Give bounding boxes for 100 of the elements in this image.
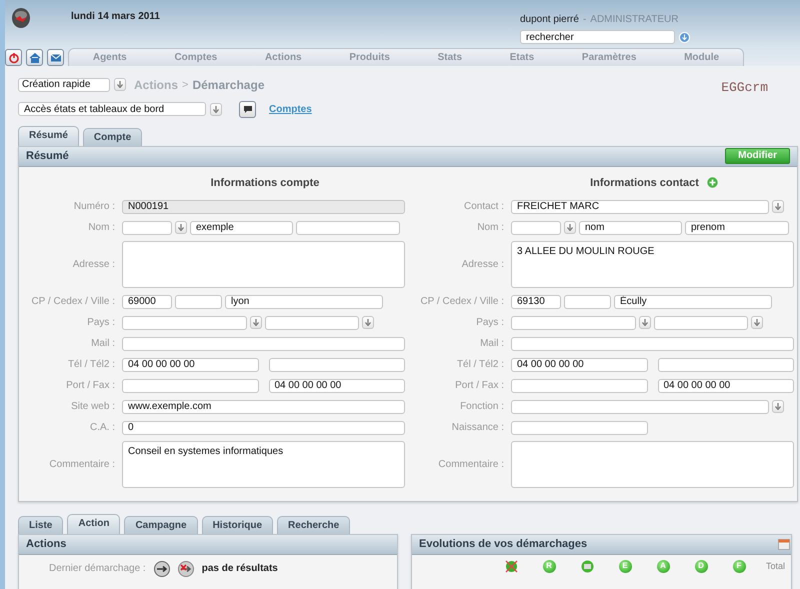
field-label: Port / Fax :	[65, 379, 115, 393]
dropdown-button[interactable]	[639, 316, 651, 329]
status-marker: F	[732, 560, 746, 573]
field-label: Pays :	[475, 316, 504, 330]
input-field[interactable]	[175, 294, 222, 308]
panel-title: Résumé	[26, 148, 69, 164]
down-arrow-icon	[775, 203, 781, 210]
comment-button[interactable]	[239, 100, 256, 118]
input-field[interactable]	[658, 358, 794, 372]
input-field[interactable]	[654, 316, 748, 330]
input-field[interactable]: 04 00 00 00 00	[658, 378, 794, 392]
down-arrow-icon	[775, 403, 781, 410]
dropdown-button[interactable]	[564, 221, 576, 234]
add-button[interactable]	[706, 177, 718, 188]
input-field[interactable]: 69130	[511, 294, 561, 308]
text-area[interactable]	[511, 441, 794, 488]
down-arrow-icon	[567, 224, 573, 231]
input-field[interactable]	[122, 316, 247, 330]
input-field[interactable]	[122, 336, 405, 350]
field-label: Adresse :	[72, 258, 115, 272]
text-area[interactable]: 3 ALLEE DU MOULIN ROUGE	[511, 241, 794, 288]
dropdown-button[interactable]	[772, 400, 784, 413]
speech-bubble-icon	[242, 104, 252, 114]
text-area[interactable]	[122, 241, 405, 288]
status-marker: A	[656, 560, 670, 573]
input-field[interactable]	[511, 378, 648, 392]
dropdown-button[interactable]	[250, 316, 262, 329]
input-field[interactable]: Accès états et tableaux de bord	[18, 102, 206, 116]
field-label: Tél / Tél2 :	[456, 358, 504, 372]
input-field[interactable]	[265, 316, 359, 330]
input-field[interactable]	[122, 378, 258, 392]
field-label: Dernier démarchage :	[49, 562, 146, 576]
input-field[interactable]: 04 00 00 00 00	[122, 358, 258, 372]
input-field[interactable]	[122, 220, 172, 234]
field-label: Mail :	[479, 337, 504, 351]
tab[interactable]: Compte	[82, 128, 142, 146]
power-button[interactable]	[5, 49, 22, 66]
field-label: Tél / Tél2 :	[66, 358, 115, 372]
down-arrow-icon	[642, 319, 648, 326]
input-field[interactable]: 04 00 00 00 00	[268, 378, 405, 392]
panel-title: Evolutions de vos démarchages	[419, 536, 588, 552]
input-field[interactable]: exemple	[190, 220, 293, 234]
text-area[interactable]: Conseil en systemes informatiques	[122, 441, 405, 488]
input-field[interactable]	[268, 358, 405, 372]
input-field[interactable]	[564, 294, 611, 308]
input-field[interactable]: Création rapide	[18, 78, 110, 92]
input-field[interactable]: N000191	[122, 200, 405, 214]
input-field[interactable]: 69000	[122, 294, 172, 308]
field-label: Fonction :	[459, 400, 504, 414]
home-icon	[28, 52, 40, 64]
field-label: CP / Cedex / Ville :	[30, 295, 115, 309]
dropdown-button[interactable]	[175, 221, 187, 234]
field-label: Commentaire :	[437, 458, 504, 472]
status-marker: R	[542, 560, 556, 573]
down-arrow-icon	[365, 319, 371, 326]
tab[interactable]: Résumé	[18, 126, 79, 146]
input-field[interactable]: nom	[579, 220, 682, 234]
cancel-status-icon	[504, 560, 518, 573]
dropdown-button[interactable]	[114, 78, 126, 92]
calendar-icon[interactable]	[778, 538, 790, 550]
tab[interactable]: Historique	[202, 516, 274, 534]
tab[interactable]: Action	[67, 514, 120, 534]
input-field[interactable]	[511, 400, 769, 414]
dropdown-button[interactable]	[751, 316, 763, 329]
tab[interactable]: Recherche	[277, 516, 350, 534]
input-field[interactable]: rechercher	[520, 30, 675, 44]
input-field[interactable]	[511, 316, 636, 330]
input-field[interactable]	[296, 220, 400, 234]
input-field[interactable]: FREICHET MARC	[511, 200, 769, 214]
search-button[interactable]	[679, 32, 690, 42]
input-field[interactable]: lyon	[225, 294, 383, 308]
breadcrumb-current: Démarchage	[192, 76, 264, 94]
role-text: ADMINISTRATEUR	[590, 13, 678, 27]
down-arrow-icon	[178, 224, 184, 231]
plus-icon	[706, 177, 718, 188]
input-field[interactable]: www.exemple.com	[122, 400, 405, 414]
down-arrow-icon	[754, 319, 760, 326]
home-button[interactable]	[26, 49, 43, 66]
mail-button[interactable]	[47, 49, 64, 66]
breadcrumb-separator: >	[182, 78, 188, 92]
input-field[interactable]: Écully	[614, 294, 772, 308]
field-label: Nom :	[476, 221, 504, 235]
field-label: Commentaire :	[48, 458, 115, 472]
field-label: Naissance :	[450, 421, 504, 435]
tab[interactable]: Liste	[18, 516, 64, 534]
input-field[interactable]	[511, 420, 648, 434]
input-field[interactable]	[511, 336, 794, 350]
tab[interactable]: Campagne	[124, 516, 198, 534]
arrow-button[interactable]	[154, 560, 170, 576]
input-field[interactable]: 0	[122, 420, 405, 434]
dropdown-button[interactable]	[210, 102, 222, 116]
cancel-arrow-button[interactable]	[178, 560, 194, 576]
field-label: Port / Fax :	[454, 379, 504, 393]
input-field[interactable]: prenom	[685, 220, 789, 234]
input-field[interactable]	[511, 220, 561, 234]
dropdown-button[interactable]	[772, 200, 784, 213]
input-field[interactable]: 04 00 00 00 00	[511, 358, 648, 372]
dropdown-button[interactable]	[362, 316, 374, 329]
date-text: lundi 14 mars 2011	[71, 10, 160, 24]
status-marker: E	[618, 560, 632, 573]
